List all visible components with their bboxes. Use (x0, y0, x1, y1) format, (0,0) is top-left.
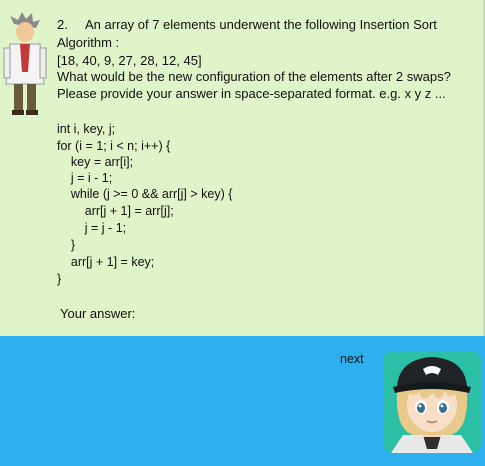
answer-label: Your answer: (60, 306, 136, 321)
professor-avatar (0, 12, 50, 118)
code-line-5: while (j >= 0 && arr[j] > key) { (57, 187, 233, 201)
code-line-7: j = j - 1; (57, 221, 127, 235)
code-line-10: } (57, 272, 62, 286)
student-avatar (383, 351, 481, 453)
question-panel: 2. An array of 7 elements underwent the … (0, 0, 485, 336)
code-line-6: arr[j + 1] = arr[j]; (57, 204, 174, 218)
code-line-8: } (57, 238, 76, 252)
question-line-4: What would be the new configuration of t… (57, 69, 451, 84)
code-line-1: int i, key, j; (57, 122, 116, 136)
question-line-2: Algorithm : (57, 35, 120, 50)
question-line-1: An array of 7 elements underwent the fol… (85, 17, 437, 32)
question-line-5: Please provide your answer in space-sepa… (57, 86, 446, 101)
question-number: 2. (57, 17, 68, 32)
next-button[interactable]: next (340, 352, 364, 366)
code-line-9: arr[j + 1] = key; (57, 255, 155, 269)
